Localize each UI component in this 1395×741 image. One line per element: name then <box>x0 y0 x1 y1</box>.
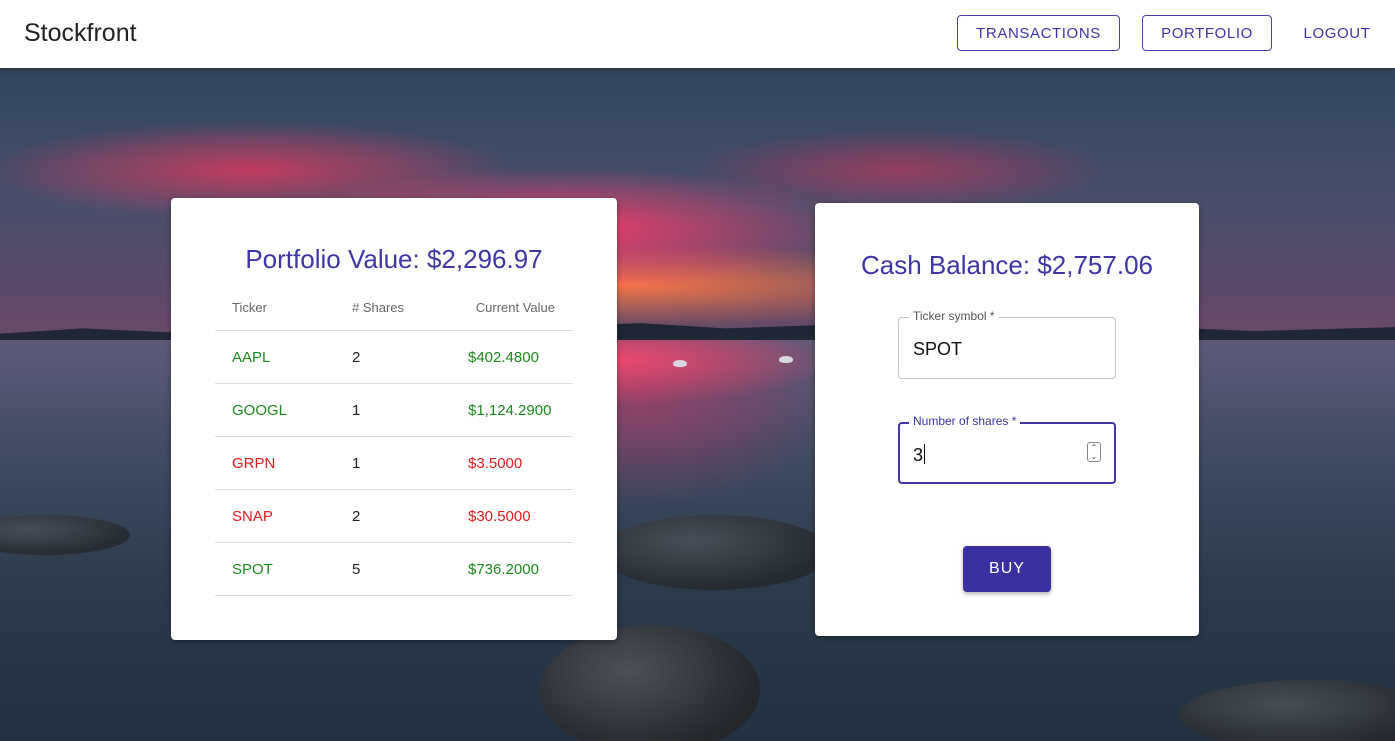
table-row: GOOGL 1 $1,124.2900 <box>215 384 573 437</box>
ticker-symbol-input[interactable]: SPOT <box>913 339 962 360</box>
ticker-cell: GRPN <box>232 454 276 472</box>
holdings-table: Ticker # Shares Current Value AAPL 2 $402.… <box>215 284 573 596</box>
table-header: Ticker # Shares Current Value <box>215 284 573 331</box>
shares-cell: 2 <box>352 348 361 366</box>
table-row: SPOT 5 $736.2000 <box>215 543 573 596</box>
value-cell: $30.5000 <box>468 507 531 525</box>
buy-button[interactable]: BUY <box>963 546 1051 592</box>
ticker-cell: GOOGL <box>232 401 288 419</box>
ticker-cell: SNAP <box>232 507 273 525</box>
ticker-column-header: Ticker <box>232 299 267 315</box>
swan <box>779 356 793 363</box>
chevron-down-icon[interactable]: ⌄ <box>1088 452 1100 461</box>
table-row: AAPL 2 $402.4800 <box>215 331 573 384</box>
value-cell: $3.5000 <box>468 454 523 472</box>
ticker-cell: SPOT <box>232 560 273 578</box>
value-cell: $1,124.2900 <box>468 401 552 419</box>
table-row: GRPN 1 $3.5000 <box>215 437 573 490</box>
ticker-cell: AAPL <box>232 348 271 366</box>
portfolio-button[interactable]: PORTFOLIO <box>1142 15 1272 51</box>
portfolio-value-title: Portfolio Value: $2,296.97 <box>245 244 543 274</box>
swan <box>673 360 687 367</box>
transactions-button[interactable]: TRANSACTIONS <box>957 15 1120 51</box>
value-cell: $736.2000 <box>468 560 539 578</box>
ticker-symbol-label: Ticker symbol * <box>909 309 999 323</box>
value-cell: $402.4800 <box>468 348 539 366</box>
app-bar: Stockfront TRANSACTIONS PORTFOLIO LOGOUT <box>0 0 1395 68</box>
value-column-header: Current Value <box>475 299 555 315</box>
rock <box>600 515 830 590</box>
number-stepper[interactable]: ⌃ ⌄ <box>1087 442 1101 462</box>
shares-cell: 2 <box>352 507 361 525</box>
shares-column-header: # Shares <box>352 299 405 315</box>
shares-cell: 1 <box>352 454 361 472</box>
trade-card: Cash Balance: $2,757.06 Ticker symbol * … <box>815 203 1199 636</box>
table-row: SNAP 2 $30.5000 <box>215 490 573 543</box>
number-of-shares-label: Number of shares * <box>909 414 1021 428</box>
logout-button[interactable]: LOGOUT <box>1289 15 1385 51</box>
shares-cell: 5 <box>352 560 361 578</box>
ticker-symbol-field[interactable]: Ticker symbol * SPOT <box>898 309 1116 379</box>
text-caret <box>924 444 926 464</box>
chevron-up-icon[interactable]: ⌃ <box>1088 443 1100 452</box>
shares-cell: 1 <box>352 401 361 419</box>
number-of-shares-input[interactable]: 3 <box>913 444 926 466</box>
app-title[interactable]: Stockfront <box>24 19 137 48</box>
portfolio-card: Portfolio Value: $2,296.97 Ticker # Shar… <box>171 198 617 640</box>
cash-balance-title: Cash Balance: $2,757.06 <box>861 250 1153 280</box>
number-of-shares-field[interactable]: Number of shares * 3 ⌃ ⌄ <box>898 414 1116 484</box>
